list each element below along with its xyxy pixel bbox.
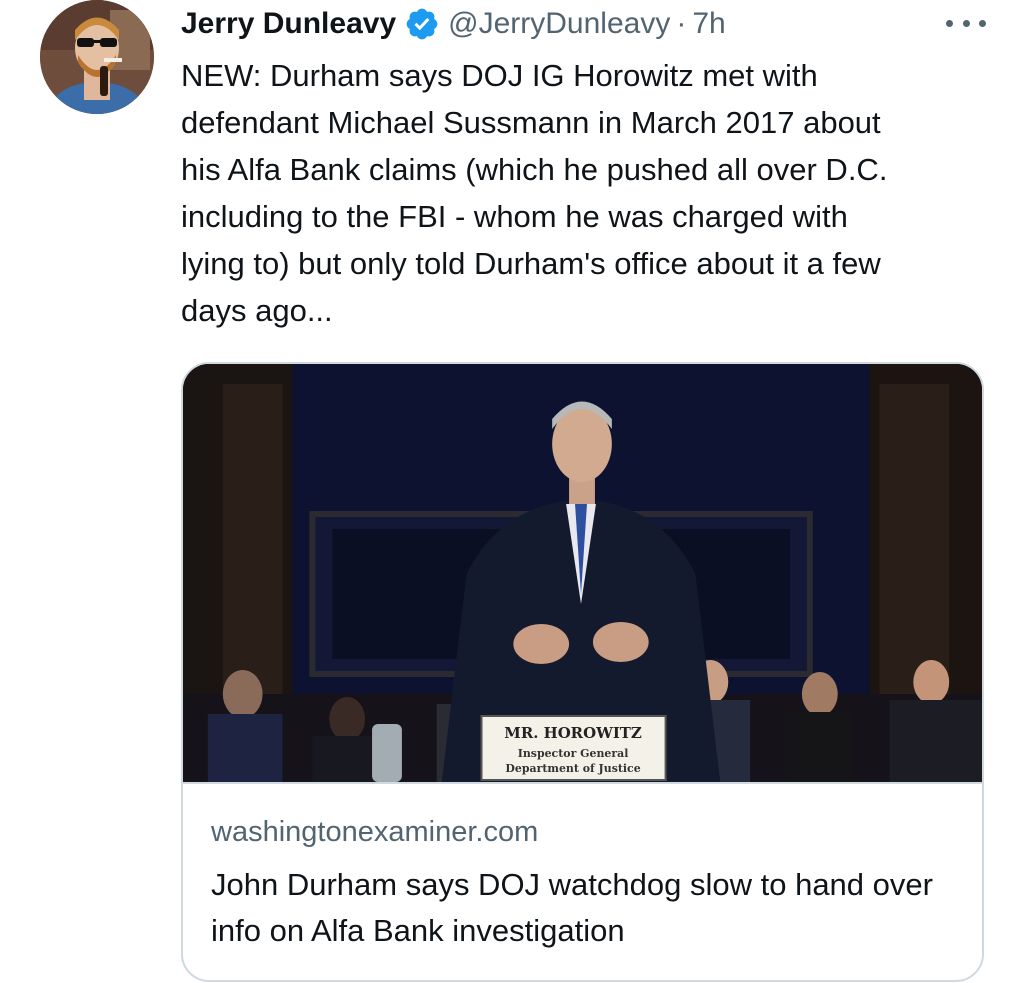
more-dot [979,19,986,27]
link-preview-card[interactable]: MR. HOROWITZ Inspector General Departmen… [181,362,984,982]
more-dot [962,19,970,27]
card-image: MR. HOROWITZ Inspector General Departmen… [183,364,982,782]
card-domain[interactable]: washingtonexaminer.com [211,816,538,849]
author-avatar[interactable] [40,0,154,114]
tweet-timestamp[interactable]: 7h [692,7,725,41]
nameplate-line2: Inspector General [518,747,629,760]
nameplate-line1: MR. HOROWITZ [504,724,642,742]
nameplate-line3: Department of Justice [505,762,640,775]
verified-badge-icon [404,6,440,42]
card-title[interactable]: John Durham says DOJ watchdog slow to ha… [211,862,961,954]
header-separator: · [676,7,687,40]
author-name[interactable]: Jerry Dunleavy [181,7,396,41]
card-divider [183,782,982,784]
tweet-text: NEW: Durham says DOJ IG Horowitz met wit… [181,58,888,328]
tweet-header: Jerry Dunleavy @JerryDunleavy · 7h [181,2,726,46]
more-options-icon[interactable] [946,8,986,38]
author-handle[interactable]: @JerryDunleavy [448,7,670,41]
more-dot [946,19,953,27]
